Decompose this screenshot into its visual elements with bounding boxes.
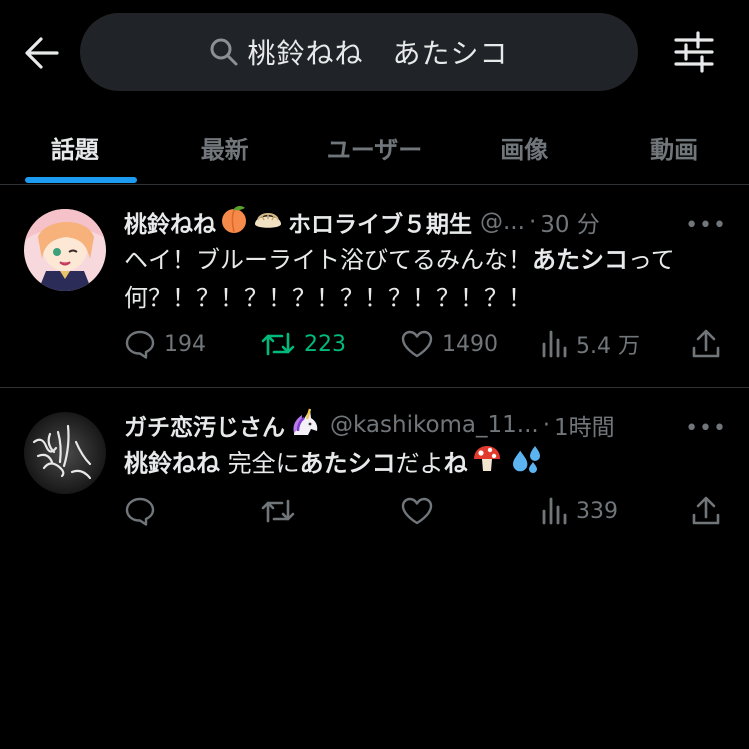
views-bar-chart-icon — [542, 497, 567, 525]
tweet-text-highlight: あたシコ — [299, 449, 396, 478]
reply-icon — [125, 330, 155, 359]
tab-bar: 話題 最新 ユーザー 画像 動画 — [0, 110, 749, 184]
views-bar-chart-icon — [542, 330, 567, 358]
tweet-text-part: 完全に — [220, 449, 300, 478]
avatar[interactable] — [24, 412, 106, 494]
avatar-image — [24, 412, 106, 494]
heart-icon — [401, 497, 433, 525]
tweet-text: ヘイ！ブルーライト浴びてるみんな！あたシコって何？！？！？！？！？！？！？！？！ — [124, 241, 727, 317]
separator-dot: · — [542, 412, 551, 438]
active-tab-indicator — [25, 177, 137, 183]
tab-latest[interactable]: 最新 — [150, 110, 300, 184]
like-button[interactable] — [400, 491, 442, 531]
tweet-header: ガチ恋汚じさん @kashikoma_11... · 1時間 — [124, 408, 727, 442]
tab-videos[interactable]: 動画 — [599, 110, 749, 184]
mushroom-emoji — [471, 444, 503, 485]
search-filter-button[interactable] — [668, 30, 720, 74]
tweet-text-highlight: あたシコ — [532, 246, 628, 274]
tweet-text-highlight: 桃鈴ねね — [124, 449, 220, 478]
search-bar[interactable]: 桃鈴ねね あたシコ — [80, 13, 638, 91]
reply-button[interactable] — [124, 491, 164, 531]
avatar-image — [24, 209, 106, 291]
more-options-icon[interactable]: ••• — [685, 213, 727, 238]
tab-people[interactable]: ユーザー — [300, 110, 450, 184]
avatar[interactable] — [24, 209, 106, 291]
share-icon — [692, 496, 720, 525]
unicorn-emoji — [288, 407, 322, 443]
tweet-text-part: ヘイ！ブルーライト浴びてるみんな！ — [124, 246, 532, 274]
tweet[interactable]: 桃鈴ねね ホロライブ５期生 @... · 30 分 ••• ヘイ！ブルーライト浴… — [0, 185, 749, 387]
reply-button[interactable]: 194 — [124, 324, 206, 364]
share-icon — [692, 329, 720, 358]
handle[interactable]: @... — [480, 209, 525, 235]
tweet-header: 桃鈴ねね ホロライブ５期生 @... · 30 分 — [124, 205, 727, 239]
retweet-count: 223 — [304, 331, 346, 357]
tweet-actions: 194 223 1490 5.4 万 — [124, 324, 724, 364]
timestamp[interactable]: 30 分 — [540, 205, 600, 239]
retweet-icon — [261, 499, 295, 523]
search-query[interactable]: 桃鈴ねね あたシコ — [247, 32, 508, 72]
display-name[interactable]: ガチ恋汚じさん — [124, 408, 285, 442]
share-button[interactable] — [690, 324, 730, 364]
retweet-button[interactable]: 223 — [260, 324, 346, 364]
tab-top[interactable]: 話題 — [0, 110, 150, 184]
tab-media[interactable]: 画像 — [449, 110, 599, 184]
views-count: 5.4 万 — [576, 334, 640, 359]
like-count: 1490 — [442, 331, 498, 357]
peach-emoji — [219, 204, 249, 240]
reply-count: 194 — [164, 331, 206, 357]
display-name[interactable]: 桃鈴ねね — [124, 205, 216, 239]
tweet[interactable]: ガチ恋汚じさん @kashikoma_11... · 1時間 ••• 桃鈴ねね … — [0, 388, 749, 538]
display-name-suffix: ホロライブ５期生 — [288, 212, 472, 238]
like-button[interactable]: 1490 — [400, 324, 498, 364]
tweet-text-part: だよ — [395, 449, 444, 478]
back-button[interactable] — [18, 30, 64, 76]
reply-icon — [125, 497, 155, 526]
tweet-text-highlight: ね — [443, 449, 468, 478]
dumpling-emoji — [252, 204, 284, 240]
tweet-text: 桃鈴ねね 完全にあたシコだよね — [124, 444, 727, 485]
views-button[interactable]: 5.4 万 — [540, 324, 640, 364]
heart-icon — [401, 330, 433, 358]
separator-dot: · — [528, 209, 537, 235]
retweet-button[interactable] — [260, 491, 304, 531]
tweet-actions: 339 — [124, 491, 724, 531]
header: 桃鈴ねね あたシコ — [0, 0, 749, 110]
views-count: 339 — [576, 498, 618, 524]
search-icon — [210, 38, 238, 66]
handle[interactable]: @kashikoma_11... — [330, 412, 539, 438]
more-options-icon[interactable]: ••• — [685, 416, 727, 441]
views-button[interactable]: 339 — [540, 491, 618, 531]
back-arrow-icon — [25, 37, 59, 69]
retweet-icon — [261, 332, 295, 356]
sliders-icon — [674, 31, 714, 73]
timestamp[interactable]: 1時間 — [554, 408, 615, 442]
sweat-droplets-emoji — [511, 444, 543, 485]
share-button[interactable] — [690, 491, 730, 531]
